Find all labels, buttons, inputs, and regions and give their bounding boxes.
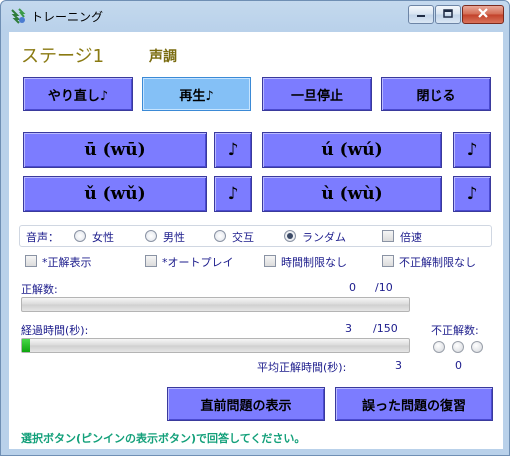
sound-button-tone2[interactable]: ♪ xyxy=(453,132,491,168)
correct-count-value: 0 xyxy=(349,281,356,294)
training-window: トレーニング ステージ1 声調 やり直し♪ 再生♪ 一旦停止 閉じる ū (wū… xyxy=(0,0,510,456)
double-speed-label: 倍速 xyxy=(400,231,422,244)
voice-radio-alternate[interactable] xyxy=(214,230,226,242)
wrong-lamp-2 xyxy=(452,341,464,353)
pause-button[interactable]: 一旦停止 xyxy=(262,77,372,111)
double-speed-checkbox[interactable] xyxy=(382,230,394,242)
show-answer-checkbox[interactable] xyxy=(25,255,37,267)
elapsed-progress-bar xyxy=(21,338,410,353)
no-wrong-limit-checkbox[interactable] xyxy=(382,255,394,267)
voice-panel: 音声： 女性 男性 交互 ランダム 倍速 xyxy=(19,225,492,247)
average-time-value: 3 xyxy=(395,359,402,372)
answer-button-tone3[interactable]: ǔ (wǔ) xyxy=(23,176,207,212)
instruction-text: 選択ボタン(ピンインの表示ボタン)で回答してください。 xyxy=(21,432,306,445)
autoplay-checkbox[interactable] xyxy=(145,255,157,267)
title-bar[interactable]: トレーニング xyxy=(1,1,509,31)
no-time-limit-label: 時間制限なし xyxy=(281,256,347,269)
review-mistakes-button[interactable]: 誤った問題の復習 xyxy=(335,387,493,421)
correct-count-label: 正解数: xyxy=(21,283,58,296)
voice-radio-male[interactable] xyxy=(145,230,157,242)
minimize-icon xyxy=(416,8,426,22)
voice-option-female: 女性 xyxy=(92,231,114,244)
close-icon xyxy=(477,7,489,22)
maximize-button[interactable] xyxy=(435,5,461,24)
answer-button-tone4[interactable]: ù (wù) xyxy=(262,176,442,212)
voice-radio-female[interactable] xyxy=(74,230,86,242)
minimize-button[interactable] xyxy=(408,5,434,24)
wrong-count-label: 不正解数: xyxy=(431,324,479,337)
no-wrong-limit-label: 不正解制限なし xyxy=(399,256,476,269)
close-button[interactable] xyxy=(462,5,504,24)
play-button[interactable]: 再生♪ xyxy=(142,77,251,111)
tree-app-icon xyxy=(9,7,27,25)
window-title: トレーニング xyxy=(31,10,104,24)
sound-button-tone3[interactable]: ♪ xyxy=(214,176,252,212)
elapsed-time-value: 3 xyxy=(345,322,352,335)
voice-option-random: ランダム xyxy=(302,231,346,244)
elapsed-progress-fill xyxy=(22,339,30,352)
voice-label: 音声： xyxy=(26,231,59,244)
voice-radio-random[interactable] xyxy=(284,230,296,242)
answer-button-tone2[interactable]: ú (wú) xyxy=(262,132,442,168)
show-answer-label: *正解表示 xyxy=(42,256,92,269)
wrong-lamp-1 xyxy=(433,341,445,353)
close-window-button[interactable]: 閉じる xyxy=(381,77,491,111)
answer-button-tone1[interactable]: ū (wū) xyxy=(23,132,207,168)
autoplay-label: *オートプレイ xyxy=(162,256,234,269)
voice-option-alternate: 交互 xyxy=(232,231,254,244)
elapsed-time-label: 経過時間(秒): xyxy=(21,324,89,337)
correct-count-total: /10 xyxy=(375,281,393,294)
wrong-count-value: 0 xyxy=(455,359,462,372)
no-time-limit-checkbox[interactable] xyxy=(264,255,276,267)
maximize-icon xyxy=(443,8,453,22)
correct-progress-bar xyxy=(21,297,410,312)
stage-label: ステージ1 xyxy=(21,46,105,67)
show-previous-button[interactable]: 直前問題の表示 xyxy=(167,387,325,421)
wrong-lamp-3 xyxy=(471,341,483,353)
average-time-label: 平均正解時間(秒): xyxy=(257,361,347,374)
sound-button-tone4[interactable]: ♪ xyxy=(453,176,491,212)
voice-option-male: 男性 xyxy=(163,231,185,244)
redo-button[interactable]: やり直し♪ xyxy=(23,77,133,111)
elapsed-time-total: /150 xyxy=(373,322,398,335)
client-area: ステージ1 声調 やり直し♪ 再生♪ 一旦停止 閉じる ū (wū) ♪ ú (… xyxy=(9,32,503,449)
mode-label: 声調 xyxy=(149,49,177,65)
sound-button-tone1[interactable]: ♪ xyxy=(214,132,252,168)
